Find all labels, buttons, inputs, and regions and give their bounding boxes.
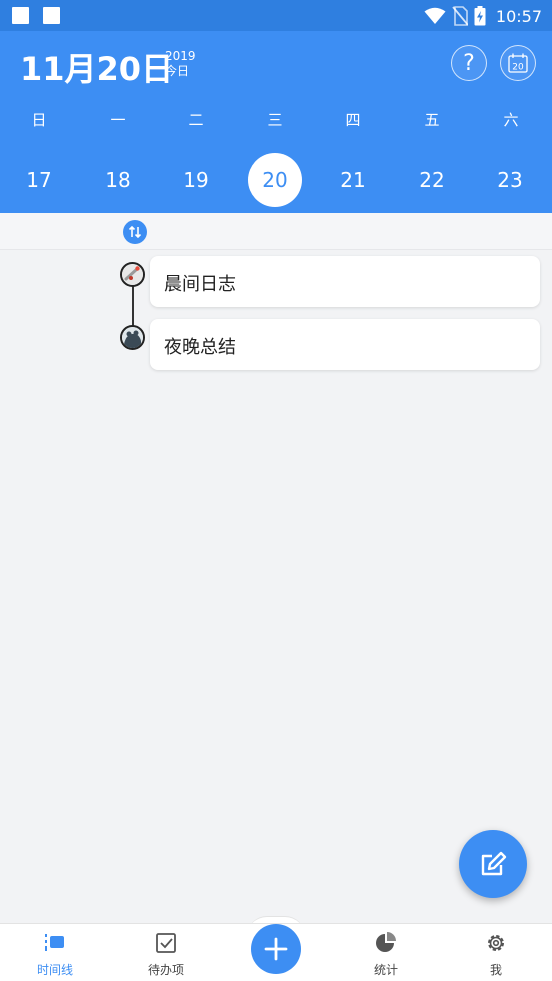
wifi-icon	[424, 7, 446, 24]
nav-item-me[interactable]: 我	[456, 924, 536, 981]
timeline-icon	[45, 934, 64, 951]
calendar-icon: 20	[508, 53, 528, 73]
nav-label: 我	[489, 963, 502, 977]
today-label[interactable]: 今日	[165, 63, 189, 79]
morning-icon	[120, 262, 145, 287]
sort-toggle-button[interactable]	[123, 220, 147, 244]
help-button[interactable]: ?	[451, 45, 487, 81]
edit-icon	[481, 851, 507, 876]
edit-button[interactable]	[459, 830, 527, 898]
nav-item-timeline[interactable]: 时间线	[15, 924, 95, 981]
day-cell-23[interactable]: 23	[483, 153, 537, 207]
notification-icon	[12, 7, 29, 24]
day-cell-22[interactable]: 22	[405, 153, 459, 207]
clock: 10:57	[495, 6, 542, 26]
nav-label: 统计	[373, 963, 398, 977]
help-icon: ?	[463, 50, 475, 76]
nav-item-stats[interactable]: 统计	[346, 924, 426, 981]
day-cell-20-selected[interactable]: 20	[248, 153, 302, 207]
list-item[interactable]: 晨间日志	[150, 256, 540, 307]
status-bar: 10:57	[0, 0, 552, 31]
weekday-label: 日	[31, 111, 47, 129]
gear-icon	[488, 935, 504, 951]
nav-item-todo[interactable]: 待办项	[126, 924, 206, 981]
nav-label: 时间线	[36, 963, 73, 977]
weekday-label: 五	[424, 111, 440, 129]
day-cell-17[interactable]: 17	[12, 153, 66, 207]
calendar-button[interactable]: 20	[500, 45, 536, 81]
weekday-label: 一	[110, 111, 126, 129]
calendar-day-number: 20	[512, 63, 524, 73]
weekday-row: 日 一 二 三 四 五 六	[0, 109, 552, 131]
day-cell-19[interactable]: 19	[169, 153, 223, 207]
no-sim-icon	[452, 6, 468, 26]
add-button[interactable]	[251, 924, 301, 974]
day-cell-18[interactable]: 18	[91, 153, 145, 207]
calendar-header: 11月20日 2019 今日 ? 20 日 一 二 三 四 五 六 17 18 …	[0, 31, 552, 213]
night-icon	[120, 325, 145, 350]
page-title: 11月20日	[20, 50, 174, 88]
status-icons: 10:57	[424, 4, 542, 28]
day-row: 17 18 19 20 21 22 23	[0, 153, 552, 207]
list-item[interactable]: 夜晚总结	[150, 319, 540, 370]
sort-arrows-icon	[128, 225, 142, 239]
battery-charging-icon	[474, 6, 486, 26]
pie-chart-icon	[376, 932, 396, 952]
weekday-label: 六	[503, 111, 519, 129]
weekday-label: 二	[188, 111, 204, 129]
nav-label: 待办项	[147, 963, 184, 977]
list-item-title: 夜晚总结	[164, 337, 236, 358]
weekday-label: 三	[267, 111, 283, 129]
notification-icon	[43, 7, 60, 24]
year-label: 2019	[165, 49, 196, 63]
todo-checkbox-icon	[156, 933, 176, 953]
sort-bar	[0, 213, 552, 250]
weekday-label: 四	[345, 111, 361, 129]
day-cell-21[interactable]: 21	[326, 153, 380, 207]
plus-icon	[264, 937, 288, 961]
list-item-title: 晨间日志	[164, 274, 236, 295]
